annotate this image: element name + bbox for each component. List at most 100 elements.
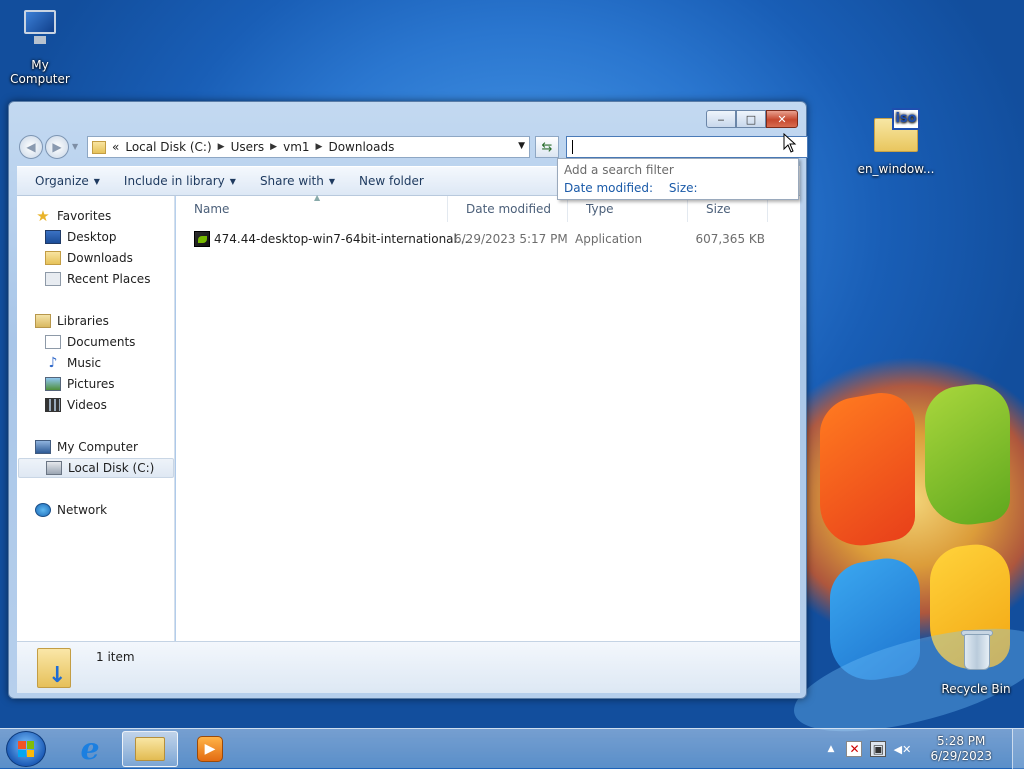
file-size: 607,365 KB: [695, 232, 765, 246]
desktop-icon-label: My Computer: [10, 58, 70, 86]
volume-muted-icon[interactable]: ◀✕: [894, 741, 912, 757]
nav-label: Desktop: [67, 230, 117, 244]
maximize-button[interactable]: □: [736, 110, 766, 128]
clock-time: 5:28 PM: [937, 734, 986, 748]
organize-button[interactable]: Organize ▼: [23, 174, 112, 188]
film-strip-icon: [45, 398, 61, 412]
minimize-button[interactable]: ‒: [706, 110, 736, 128]
desktop-icon-label: en_window...: [857, 162, 935, 176]
computer-icon: [35, 440, 51, 454]
back-arrow-icon: ◀: [26, 140, 36, 154]
documents-icon: [45, 335, 61, 349]
column-label: Size: [706, 202, 731, 216]
nav-desktop[interactable]: Desktop: [45, 227, 117, 247]
nav-documents[interactable]: Documents: [45, 332, 135, 352]
nav-downloads[interactable]: Downloads: [45, 248, 133, 268]
nav-label: Recent Places: [67, 272, 151, 286]
taskbar-internet-explorer[interactable]: e: [62, 731, 118, 767]
internet-explorer-icon: e: [80, 731, 100, 767]
desktop-icon-my-computer[interactable]: My Computer: [0, 8, 80, 86]
crumb-local-disk[interactable]: Local Disk (C:): [125, 140, 211, 154]
new-folder-label: New folder: [359, 174, 424, 188]
downloads-folder-icon: [45, 251, 61, 265]
crumb-separator-icon[interactable]: ▶: [270, 142, 277, 152]
mouse-pointer-icon: [783, 133, 797, 153]
search-input[interactable]: [566, 136, 808, 158]
search-filter-popup: Add a search filter Date modified: Size:: [557, 158, 799, 200]
include-in-library-label: Include in library: [123, 174, 225, 188]
show-desktop-button[interactable]: [1012, 729, 1024, 769]
nav-favorites[interactable]: ★ Favorites: [35, 206, 111, 226]
forward-button[interactable]: ▶: [45, 135, 69, 159]
share-with-button[interactable]: Share with ▼: [248, 174, 347, 188]
nav-label: Documents: [67, 335, 136, 349]
clock-date: 6/29/2023: [930, 749, 992, 763]
share-with-label: Share with: [259, 174, 324, 188]
column-header-name[interactable]: Name ▲: [176, 193, 448, 222]
start-button[interactable]: [6, 731, 46, 767]
recycle-bin-icon: [958, 628, 994, 672]
crumb-downloads[interactable]: Downloads: [328, 140, 394, 154]
nav-music[interactable]: ♪ Music: [45, 353, 102, 373]
include-in-library-button[interactable]: Include in library ▼: [112, 174, 248, 188]
nav-network[interactable]: Network: [35, 500, 107, 520]
show-hidden-icons-icon[interactable]: ▲: [828, 744, 835, 754]
crumb-separator-icon[interactable]: ▶: [316, 142, 323, 152]
nav-label: Local Disk (C:): [68, 461, 155, 475]
system-clock[interactable]: 5:28 PM 6/29/2023: [930, 734, 992, 764]
desktop-icon-recycle-bin[interactable]: Recycle Bin: [936, 628, 1016, 696]
file-date-modified: 6/29/2023 5:17 PM: [454, 232, 568, 246]
sort-ascending-icon: ▲: [314, 193, 321, 202]
details-pane: ↓ 1 item: [17, 641, 800, 693]
taskbar-media-player[interactable]: ▶: [182, 731, 238, 767]
address-bar[interactable]: « Local Disk (C:) ▶ Users ▶ vm1 ▶ Downlo…: [87, 136, 530, 158]
nav-recent-places[interactable]: Recent Places: [45, 269, 150, 289]
address-dropdown-icon[interactable]: ▼: [518, 141, 525, 151]
network-icon: [35, 503, 51, 517]
downloads-folder-icon: [92, 140, 106, 154]
recent-pages-dropdown[interactable]: ▼: [72, 142, 78, 151]
chevron-down-icon: ▼: [93, 176, 100, 186]
taskbar-windows-explorer[interactable]: [122, 731, 178, 767]
nav-pictures[interactable]: Pictures: [45, 374, 115, 394]
recent-places-icon: [45, 272, 61, 286]
chevron-down-icon: ▼: [229, 176, 236, 186]
file-name: 474.44-desktop-win7-64bit-international.…: [214, 232, 473, 246]
refresh-button[interactable]: ⇆: [535, 136, 559, 158]
file-list: Name ▲ Date modified Type Size 474.44-de…: [176, 193, 800, 641]
network-status-icon[interactable]: ▣: [870, 741, 887, 757]
crumb-separator-icon[interactable]: ▶: [218, 142, 225, 152]
action-center-flag-icon[interactable]: ✕: [846, 741, 863, 757]
chevron-down-icon: ▼: [328, 176, 335, 186]
desktop-icon-label: Recycle Bin: [941, 682, 1011, 696]
crumb-users[interactable]: Users: [231, 140, 265, 154]
back-button[interactable]: ◀: [19, 135, 43, 159]
navigation-bar: ◀ ▶ ▼ « Local Disk (C:) ▶ Users ▶ vm1 ▶ …: [17, 134, 808, 160]
hard-disk-icon: [46, 461, 62, 475]
wallpaper-flag-green: [925, 379, 1010, 531]
crumb-vm1[interactable]: vm1: [283, 140, 309, 154]
filter-size[interactable]: Size:: [669, 181, 698, 195]
new-folder-button[interactable]: New folder: [347, 174, 436, 188]
organize-label: Organize: [35, 174, 89, 188]
column-header-date-modified[interactable]: Date modified: [448, 196, 568, 222]
address-overflow[interactable]: «: [112, 140, 119, 154]
nav-my-computer[interactable]: My Computer: [35, 437, 138, 457]
desktop-icon-iso-file[interactable]: iso en_window...: [856, 108, 936, 176]
nav-videos[interactable]: Videos: [45, 395, 107, 415]
iso-file-icon: iso: [872, 108, 920, 154]
filter-date-modified[interactable]: Date modified:: [564, 181, 653, 195]
close-button[interactable]: ✕: [766, 110, 798, 128]
nav-label: Music: [67, 356, 102, 370]
nav-libraries[interactable]: Libraries: [35, 311, 109, 331]
libraries-icon: [35, 314, 51, 328]
column-label: Date modified: [466, 202, 552, 216]
caption-buttons: ‒ □ ✕: [706, 110, 798, 128]
item-count: 1 item: [96, 650, 135, 664]
file-row[interactable]: 474.44-desktop-win7-64bit-international.…: [176, 228, 796, 250]
downloads-folder-icon: ↓: [37, 648, 71, 688]
text-caret: [572, 140, 573, 154]
nvidia-installer-icon: [194, 231, 210, 247]
nav-local-disk[interactable]: Local Disk (C:): [18, 458, 174, 478]
windows-logo-icon: [18, 741, 34, 757]
